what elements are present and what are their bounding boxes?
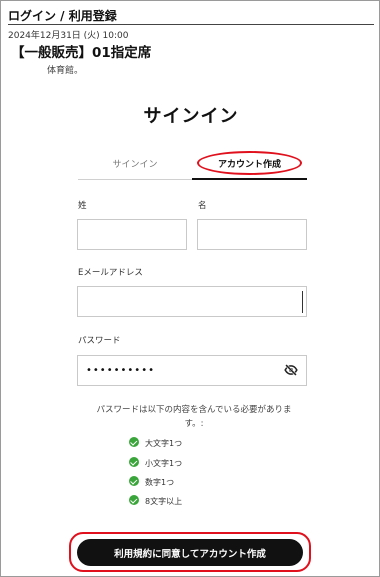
venue-name: 体育館。 <box>47 66 84 76</box>
window-title: ログイン / 利用登録 <box>8 9 117 23</box>
page-title: サインイン <box>143 106 239 127</box>
agree-and-create-account-button[interactable]: 利用規約に同意してアカウント作成 <box>77 539 303 566</box>
password-requirements-note: パスワードは以下の内容を含んでいる必要があります。: <box>96 405 292 429</box>
password-field[interactable]: •••••••••• <box>77 355 307 386</box>
check-circle-icon <box>129 495 139 505</box>
window-header: ログイン / 利用登録 <box>8 9 374 25</box>
check-circle-icon <box>129 437 139 447</box>
first-name-label: 名 <box>198 201 207 211</box>
requirement-label: 8文字以上 <box>145 497 183 506</box>
tab-signin[interactable]: サインイン <box>78 154 192 180</box>
eye-slash-icon[interactable] <box>284 363 298 377</box>
email-input[interactable] <box>78 287 306 316</box>
requirement-label: 数字1つ <box>145 478 175 487</box>
text-cursor <box>302 291 303 313</box>
auth-tabs: サインイン アカウント作成 <box>78 151 307 182</box>
last-name-input[interactable] <box>78 220 186 249</box>
password-value: •••••••••• <box>86 365 155 376</box>
password-label: パスワード <box>78 336 121 346</box>
tab-create-account[interactable]: アカウント作成 <box>192 151 307 180</box>
first-name-input[interactable] <box>198 220 306 249</box>
first-name-field[interactable] <box>197 219 307 250</box>
email-field[interactable] <box>77 286 307 317</box>
highlight-circle <box>197 151 302 175</box>
check-circle-icon <box>129 457 139 467</box>
requirement-label: 小文字1つ <box>145 459 183 468</box>
event-title: 【一般販売】01指定席 <box>11 45 152 61</box>
last-name-field[interactable] <box>77 219 187 250</box>
page-frame: ログイン / 利用登録 2024年12月31日 (火) 10:00 【一般販売】… <box>0 0 380 577</box>
last-name-label: 姓 <box>78 201 87 211</box>
check-circle-icon <box>129 476 139 486</box>
requirement-label: 大文字1つ <box>145 439 183 448</box>
event-datetime: 2024年12月31日 (火) 10:00 <box>8 31 129 41</box>
email-label: Eメールアドレス <box>78 268 143 278</box>
